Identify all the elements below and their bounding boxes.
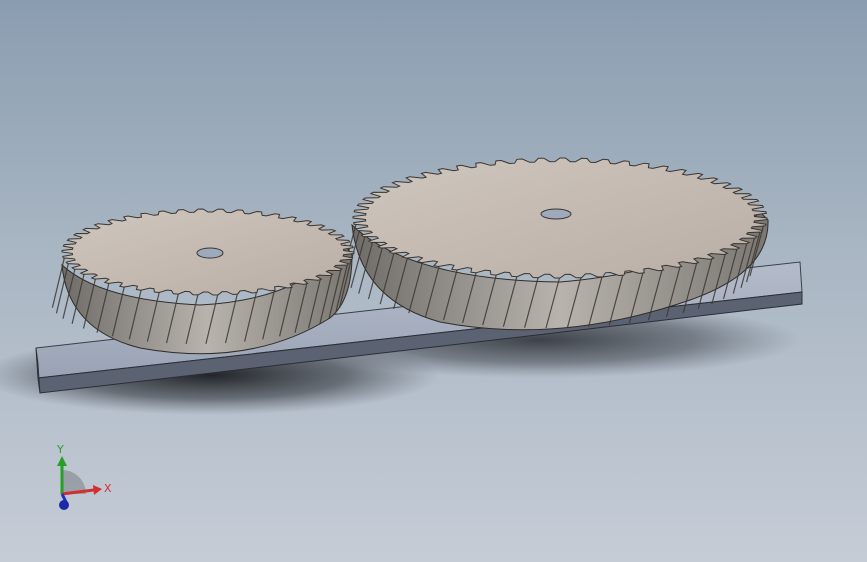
large-gear-bore — [540, 208, 572, 220]
x-axis-label: X — [104, 482, 112, 495]
model-scene[interactable] — [0, 0, 867, 562]
y-axis-label: Y — [56, 443, 64, 456]
gear-tooth-edge — [51, 257, 65, 308]
graphics-viewport[interactable]: Y X — [0, 0, 867, 562]
x-axis-arrow — [93, 485, 102, 495]
small-gear-bore — [196, 247, 224, 259]
z-axis-dot — [59, 500, 69, 510]
reference-triad: Y X — [56, 443, 112, 510]
y-axis-arrow — [57, 456, 67, 466]
